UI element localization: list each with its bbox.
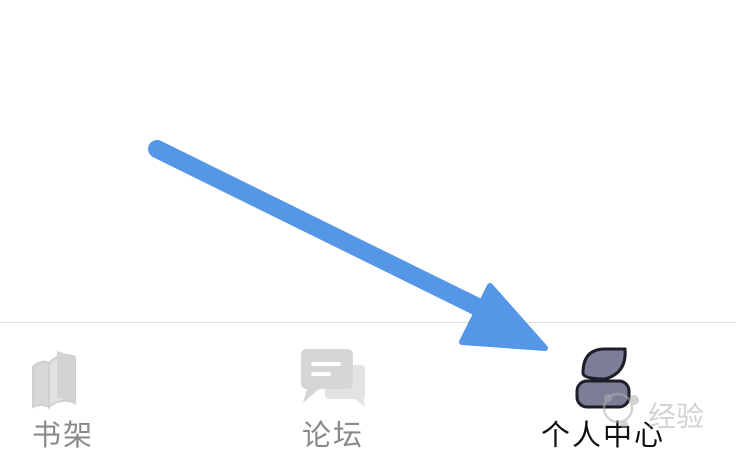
tab-bookshelf-label: 书架 [31,418,94,452]
tab-forum-label: 论坛 [301,418,364,452]
tab-profile-label: 个人中心 [540,418,665,452]
tab-forum[interactable]: 论坛 [258,323,408,472]
tab-profile[interactable]: 个人中心 [528,323,678,472]
content-area [0,0,736,322]
person-icon [575,347,631,409]
chat-icon [301,349,365,407]
app-screen: 书架 论坛 个人中心 经验 [0,0,736,472]
book-icon [32,351,76,409]
bottom-tab-bar: 书架 论坛 个人中心 [0,322,736,472]
tab-bookshelf[interactable]: 书架 [0,323,138,472]
